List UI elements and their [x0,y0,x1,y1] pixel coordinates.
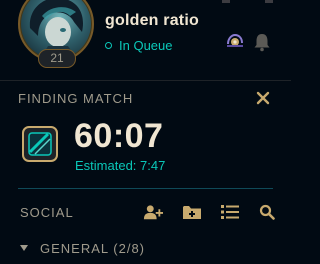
group-name: GENERAL [40,241,109,256]
profile-header: 21 golden ratio In Queue [0,0,291,80]
divider [18,188,273,189]
search-icon[interactable] [257,202,277,222]
social-header: SOCIAL [0,196,291,226]
queue-emblem-icon [21,125,59,163]
add-friend-icon[interactable] [143,202,163,222]
estimated-label: Estimated: [75,158,137,173]
status-text: In Queue [119,37,173,53]
finding-match-title: FINDING MATCH [18,91,134,106]
group-label: GENERAL (2/8) [40,241,145,256]
social-title: SOCIAL [20,205,74,220]
list-icon[interactable] [220,202,240,222]
summoner-name[interactable]: golden ratio [105,12,199,30]
client-window: 21 golden ratio In Queue FINDING MATCH 6… [0,0,291,264]
status-selector[interactable]: In Queue [105,37,173,53]
status-dot-icon [105,41,112,49]
group-count: (2/8) [113,241,146,256]
estimated-value: 7:47 [140,158,166,173]
top-notch [222,0,230,3]
top-notch [265,0,273,3]
queue-timer: 60:07 [74,117,164,155]
friends-group-general[interactable]: GENERAL (2/8) [0,236,291,260]
avatar[interactable]: 21 [18,0,94,68]
close-icon[interactable] [255,90,271,106]
add-folder-icon[interactable] [182,202,202,222]
chevron-down-icon [20,245,28,251]
estimated-time: Estimated: 7:47 [75,158,165,173]
level-badge: 21 [38,49,76,68]
bell-icon[interactable] [251,31,273,53]
finding-match-panel: FINDING MATCH 60:07 Estimated: 7:47 [0,81,291,189]
mythic-emblem-icon[interactable] [224,30,246,52]
